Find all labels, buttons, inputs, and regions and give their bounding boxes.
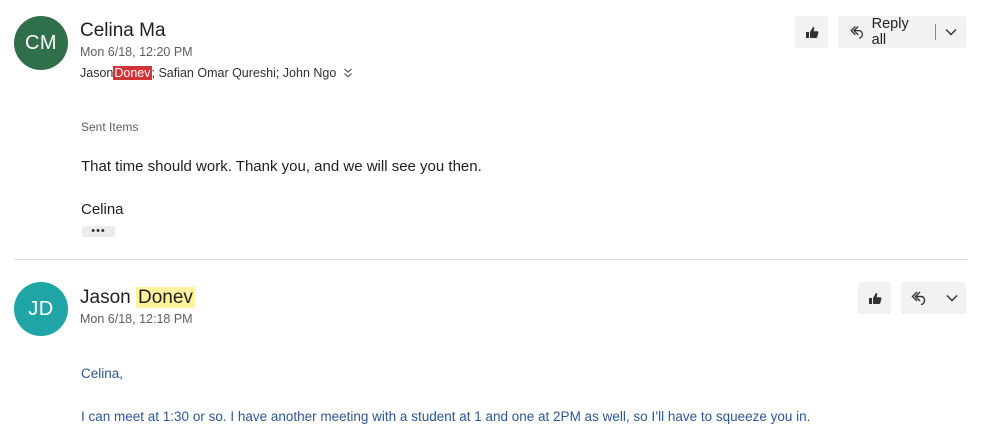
sender-name[interactable]: Celina Ma <box>80 20 166 42</box>
folder-label: Sent Items <box>81 120 139 134</box>
split-divider <box>935 24 936 40</box>
reply-all-icon <box>850 25 863 39</box>
message-divider <box>14 259 968 260</box>
message-signature: Celina <box>81 201 124 218</box>
thumbs-up-icon <box>868 293 881 304</box>
reply-options-dropdown[interactable] <box>942 16 966 48</box>
chevron-down-icon <box>946 295 958 302</box>
message-body-line: That time should work. Thank you, and we… <box>81 158 482 175</box>
chevron-down-icon <box>945 29 957 36</box>
message-date: Mon 6/18, 12:20 PM <box>80 45 193 59</box>
sender-name[interactable]: Jason Donev <box>80 287 195 309</box>
like-button[interactable] <box>858 282 891 314</box>
recipients-line[interactable]: Jason Donev; Safian Omar Qureshi; John N… <box>80 66 353 80</box>
recipient-highlighted-name: Donev <box>113 66 152 80</box>
sender-first-name: Jason <box>80 287 136 308</box>
reply-all-button[interactable]: Reply all <box>838 16 929 48</box>
reply-all-button[interactable] <box>901 282 931 314</box>
sender-highlighted-name: Donev <box>135 287 195 308</box>
reply-options-dropdown[interactable] <box>943 282 967 314</box>
avatar-jason-donev[interactable]: JD <box>14 282 68 336</box>
like-button[interactable] <box>795 16 828 48</box>
recipient-first-name: Jason <box>80 66 114 80</box>
reply-all-icon <box>911 291 926 306</box>
avatar-celina-ma[interactable]: CM <box>14 16 68 70</box>
show-more-button[interactable]: ••• <box>82 226 115 237</box>
reply-all-split-button[interactable]: Reply all <box>838 16 966 48</box>
thumbs-up-icon <box>805 27 818 38</box>
message-body-line: I can meet at 1:30 or so. I have another… <box>81 409 811 424</box>
recipients-rest: ; Safian Omar Qureshi; John Ngo <box>151 66 337 80</box>
message-greeting: Celina, <box>81 366 124 381</box>
reply-all-label: Reply all <box>871 16 909 48</box>
reply-all-split-button[interactable] <box>901 282 966 314</box>
expand-recipients-icon[interactable] <box>343 67 353 79</box>
message-date: Mon 6/18, 12:18 PM <box>80 312 193 326</box>
